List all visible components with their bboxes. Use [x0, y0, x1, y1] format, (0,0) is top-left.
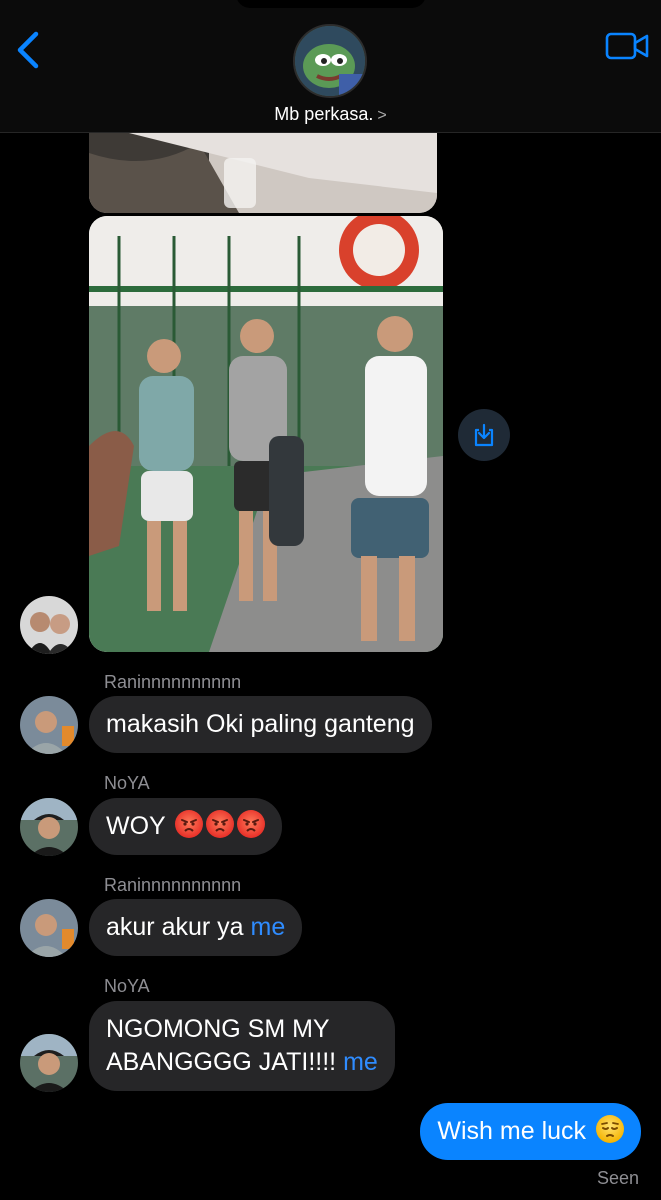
mention-me[interactable]: me [251, 913, 286, 941]
download-icon [474, 423, 494, 447]
sender-name: NoYA [104, 773, 150, 793]
message-bubble[interactable]: NGOMONG SM MY ABANGGGG JATI!!!! me [89, 1001, 395, 1091]
message-text: akur akur ya [106, 913, 244, 941]
chevron-left-icon [17, 31, 39, 69]
message-bubble[interactable]: akur akur ya me [89, 899, 303, 956]
message-text-line-1: NGOMONG SM MY [106, 1015, 330, 1043]
message-text: Wish me luck [437, 1117, 587, 1145]
read-receipt: Seen [596, 1168, 639, 1188]
conversation-header: Mb perkasa. > [0, 0, 661, 133]
message-bubble[interactable]: WOY [89, 798, 283, 855]
outgoing-message-bubble[interactable]: Wish me luck [420, 1103, 641, 1160]
pensive-face-icon [596, 1115, 624, 1143]
chevron-right-icon: > [377, 107, 387, 124]
video-call-button[interactable] [604, 30, 650, 62]
shared-photo[interactable] [89, 216, 443, 652]
sender-avatar[interactable] [20, 798, 78, 856]
video-camera-icon [605, 32, 649, 60]
sender-avatar[interactable] [20, 596, 78, 654]
sender-name: NoYA [104, 976, 150, 996]
message-text-line-2: ABANGGGG JATI!!!! [106, 1048, 337, 1076]
message-text: makasih Oki paling ganteng [106, 710, 415, 738]
shared-photo-partial[interactable] [89, 133, 437, 213]
device-notch [236, 0, 426, 8]
contact-name-link[interactable]: Mb perkasa. > [0, 104, 661, 125]
angry-face-icon [175, 810, 204, 838]
back-button[interactable] [8, 28, 48, 72]
contact-name: Mb perkasa. [274, 104, 374, 124]
mention-me[interactable]: me [343, 1048, 378, 1076]
sender-avatar[interactable] [20, 696, 78, 754]
angry-face-icon [206, 810, 235, 838]
sender-name: Raninnnnnnnnnn [104, 672, 242, 692]
sender-name: Raninnnnnnnnnn [104, 875, 242, 895]
message-bubble[interactable]: makasih Oki paling ganteng [89, 696, 432, 753]
contact-avatar[interactable] [293, 24, 367, 98]
angry-face-icon [237, 810, 266, 838]
save-photo-button[interactable] [458, 409, 510, 461]
sender-avatar[interactable] [20, 1034, 78, 1092]
message-text: WOY [106, 812, 166, 840]
sender-avatar[interactable] [20, 899, 78, 957]
